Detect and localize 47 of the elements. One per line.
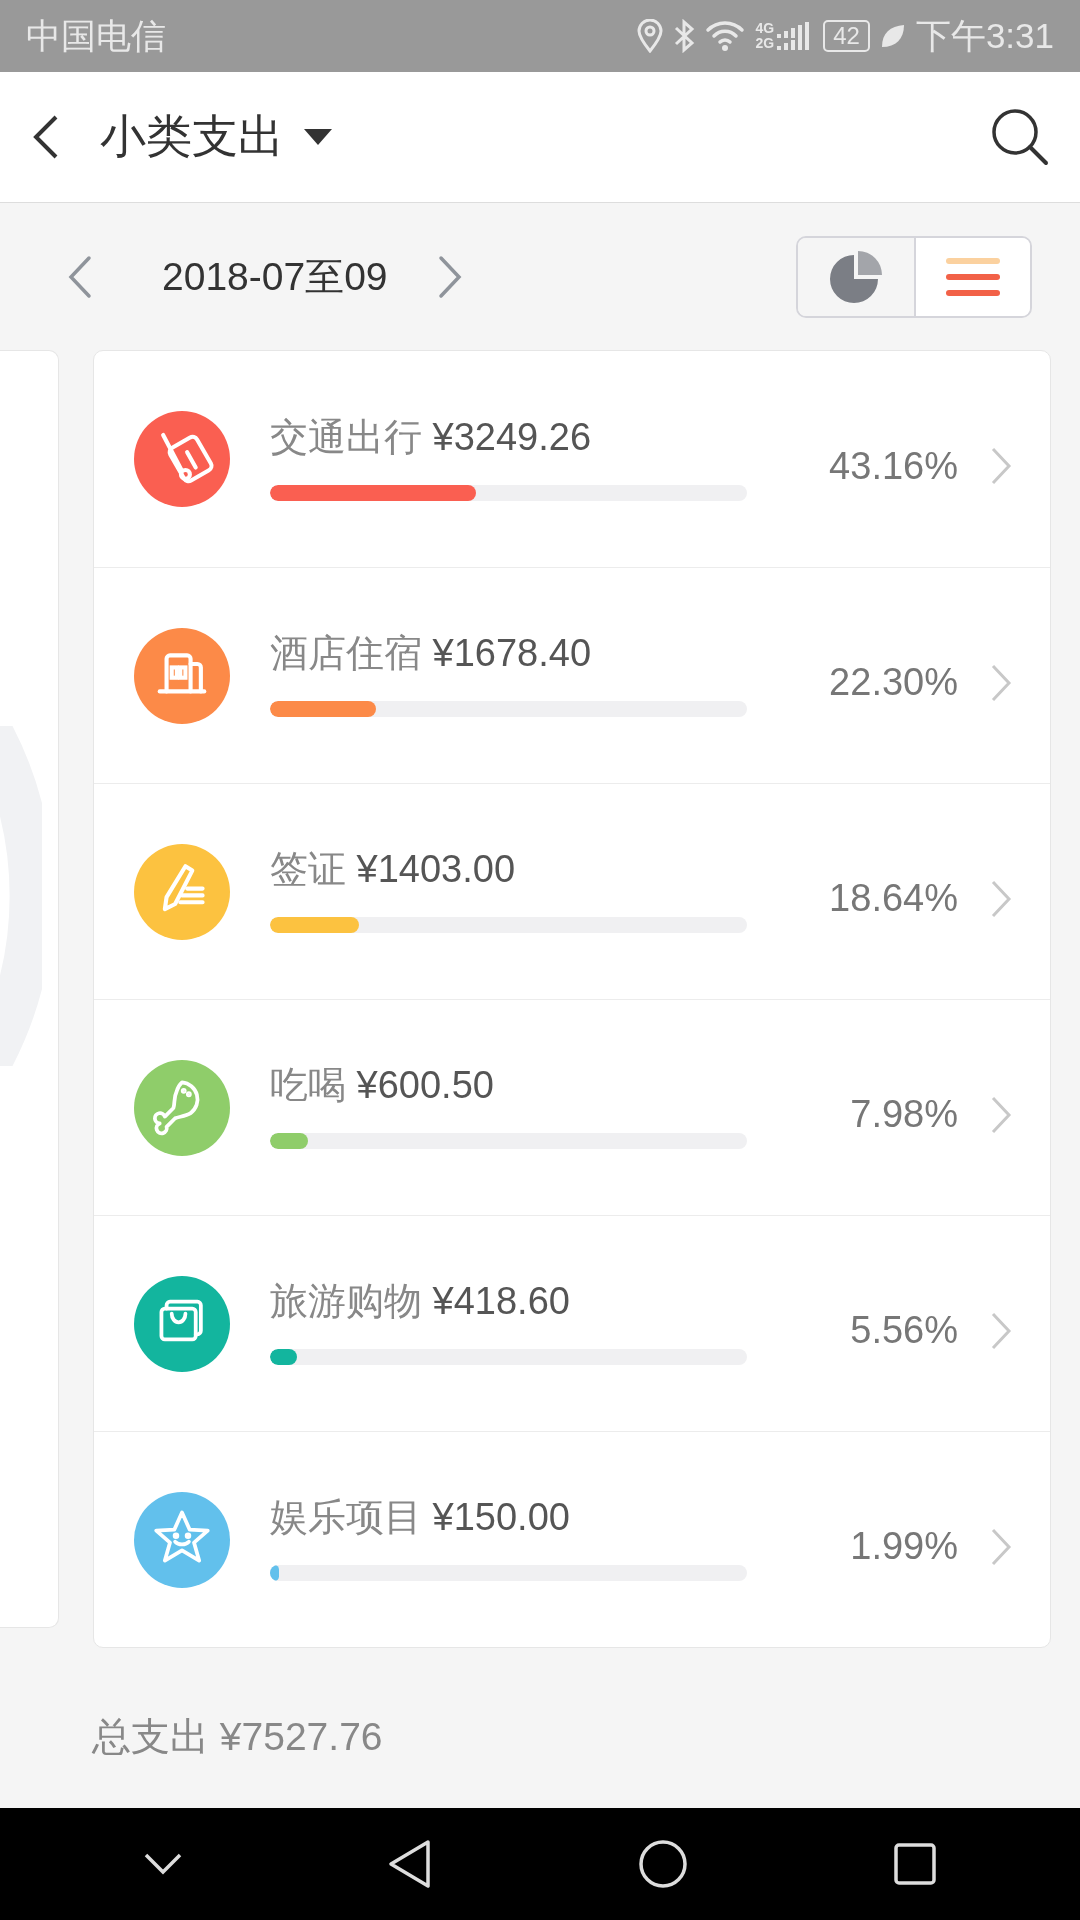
category-row[interactable]: 旅游购物 ¥418.60 5.56% — [94, 1215, 1050, 1431]
previous-period-button[interactable] — [68, 254, 92, 299]
clock: 下午3:31 — [915, 14, 1054, 57]
battery-level: 42 — [823, 20, 870, 52]
category-label: 吃喝 ¥600.50 — [270, 1063, 495, 1108]
category-row[interactable]: 交通出行 ¥3249.26 43.16% — [94, 351, 1050, 567]
category-label: 娱乐项目 ¥150.00 — [270, 1495, 571, 1540]
category-label: 旅游购物 ¥418.60 — [270, 1279, 571, 1324]
page-title[interactable]: 小类支出 — [100, 106, 284, 168]
total-expense: 总支出 ¥7527.76 — [91, 1714, 384, 1760]
chevron-icon — [990, 878, 1012, 919]
caret-icon[interactable] — [304, 129, 332, 145]
chevron-icon — [990, 1094, 1012, 1135]
bluetooth-icon — [673, 19, 696, 53]
pie-chart-icon — [829, 249, 883, 304]
chevron-down-icon[interactable] — [142, 1852, 183, 1876]
chevron-icon — [990, 1310, 1012, 1351]
category-row[interactable]: 吃喝 ¥600.50 7.98% — [94, 999, 1050, 1215]
list-view-button[interactable] — [914, 237, 1030, 316]
category-row[interactable]: 娱乐项目 ¥150.00 1.99% — [94, 1431, 1050, 1647]
chevron-icon — [990, 446, 1012, 486]
category-label: 酒店住宿 ¥1678.40 — [270, 631, 593, 676]
back-icon[interactable] — [388, 1839, 433, 1889]
category-percent: 1.99% — [850, 1525, 958, 1568]
category-row[interactable]: 签证 ¥1403.00 18.64% — [94, 783, 1050, 999]
category-percent: 43.16% — [829, 444, 958, 488]
category-label: 签证 ¥1403.00 — [270, 847, 517, 892]
location-icon — [637, 19, 664, 53]
home-icon[interactable] — [637, 1839, 688, 1889]
category-row[interactable]: 酒店住宿 ¥1678.40 22.30% — [94, 567, 1050, 783]
network-type: 2G — [755, 36, 775, 51]
wifi-icon — [705, 20, 746, 52]
category-percent: 5.56% — [850, 1309, 958, 1352]
chevron-icon — [990, 1526, 1012, 1567]
chevron-icon — [990, 662, 1012, 703]
leaf-icon — [879, 23, 906, 49]
network-type: 4G — [755, 21, 775, 36]
period-label: 2018-07至09 — [162, 253, 388, 300]
carrier-name: 中国电信 — [26, 14, 167, 57]
search-icon[interactable] — [990, 107, 1050, 167]
next-period-button[interactable] — [437, 254, 462, 299]
category-label: 交通出行 ¥3249.26 — [270, 414, 593, 460]
category-percent: 22.30% — [829, 661, 958, 704]
list-icon — [946, 256, 1000, 297]
category-percent: 18.64% — [829, 877, 958, 920]
category-percent: 7.98% — [850, 1093, 958, 1136]
recents-icon[interactable] — [893, 1842, 938, 1886]
